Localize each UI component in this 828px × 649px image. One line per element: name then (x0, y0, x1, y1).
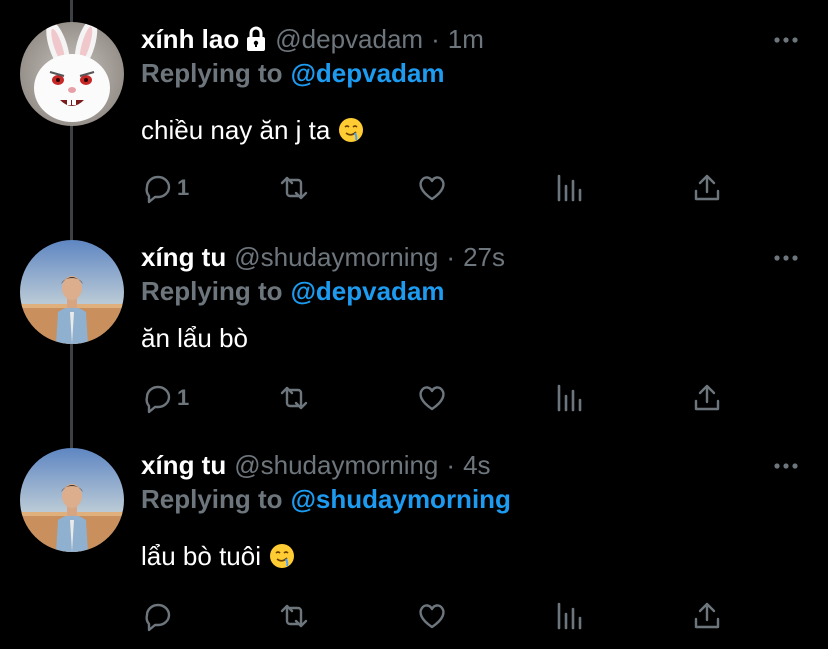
reply-button[interactable] (141, 596, 177, 636)
tweet-header: xính lao @depvadam · 1m (141, 22, 484, 56)
timestamp[interactable]: 27s (463, 242, 505, 273)
avatar[interactable] (20, 22, 124, 126)
replying-to: Replying to @depvadam (141, 56, 445, 90)
replying-label: Replying to (141, 57, 283, 88)
analytics-button[interactable] (553, 378, 585, 418)
heart-icon (419, 176, 445, 201)
handle[interactable]: @shudaymorning (234, 450, 438, 481)
like-button[interactable] (416, 596, 448, 636)
tweet[interactable]: xíng tu @shudaymorning · 27s Replying to… (0, 240, 828, 430)
retweet-icon (280, 176, 308, 200)
tweet-actions: 1 (141, 168, 741, 208)
tweet[interactable]: xíng tu @shudaymorning · 4s Replying to … (0, 448, 828, 638)
analytics-icon (557, 384, 582, 412)
tweet-actions: 1 (141, 378, 741, 418)
replying-to: Replying to @depvadam (141, 274, 445, 308)
thread-line (70, 0, 73, 22)
lock-icon (247, 26, 266, 51)
drooling-face-emoji (269, 544, 294, 568)
reply-icon (145, 385, 171, 414)
analytics-icon (557, 602, 582, 630)
reply-count: 1 (177, 385, 190, 410)
tweet-text-content: lẩu bò tuôi (141, 540, 261, 571)
replying-to: Replying to @shudaymorning (141, 482, 511, 516)
reply-icon (145, 603, 171, 632)
drooling-face-emoji (339, 118, 364, 142)
more-options-button[interactable] (770, 450, 802, 482)
avatar[interactable] (20, 240, 124, 344)
heart-icon (419, 604, 445, 629)
replying-to-handle[interactable]: @depvadam (291, 58, 445, 89)
more-icon (774, 463, 798, 469)
analytics-button[interactable] (553, 168, 585, 208)
retweet-button[interactable] (278, 378, 310, 418)
avatar[interactable] (20, 448, 124, 552)
replying-to-handle[interactable]: @depvadam (291, 276, 445, 307)
reply-icon (145, 175, 171, 204)
reply-count: 1 (177, 175, 190, 200)
handle[interactable]: @depvadam (275, 24, 423, 55)
analytics-button[interactable] (553, 596, 585, 636)
tweet-text: ăn lẩu bò (141, 320, 248, 356)
display-name[interactable]: xíng tu (141, 242, 226, 273)
tweet-text: chiều nay ăn j ta (141, 112, 364, 148)
snowball-rabbit-avatar (20, 22, 124, 126)
handle[interactable]: @shudaymorning (234, 242, 438, 273)
share-icon (694, 174, 720, 201)
retweet-icon (280, 386, 308, 410)
retweet-button[interactable] (278, 168, 310, 208)
timestamp[interactable]: 4s (463, 450, 490, 481)
display-name[interactable]: xíng tu (141, 450, 226, 481)
share-icon (694, 384, 720, 411)
tweet-text-content: ăn lẩu bò (141, 322, 248, 353)
tweet-text-content: chiều nay ăn j ta (141, 114, 331, 145)
separator-dot: · (446, 241, 456, 272)
retweet-button[interactable] (278, 596, 310, 636)
reply-button[interactable]: 1 (141, 168, 189, 208)
desert-portrait-avatar (20, 240, 124, 344)
separator-dot: · (446, 449, 456, 480)
tweet-text: lẩu bò tuôi (141, 538, 295, 574)
tweet-header: xíng tu @shudaymorning · 27s (141, 240, 505, 274)
like-button[interactable] (416, 378, 448, 418)
display-name[interactable]: xính lao (141, 24, 239, 55)
more-options-button[interactable] (770, 242, 802, 274)
replying-to-handle[interactable]: @shudaymorning (291, 484, 511, 515)
analytics-icon (557, 174, 582, 202)
heart-icon (419, 386, 445, 411)
more-options-button[interactable] (770, 24, 802, 56)
more-icon (774, 37, 798, 43)
like-button[interactable] (416, 168, 448, 208)
tweet-actions (141, 596, 741, 636)
share-icon (694, 602, 720, 629)
reply-button[interactable]: 1 (141, 378, 189, 418)
share-button[interactable] (691, 378, 723, 418)
retweet-icon (280, 604, 308, 628)
share-button[interactable] (691, 596, 723, 636)
more-icon (774, 255, 798, 261)
separator-dot: · (431, 23, 440, 54)
desert-portrait-avatar (20, 448, 124, 552)
tweet[interactable]: xính lao @depvadam · 1m Replying to @dep… (0, 22, 828, 212)
timestamp[interactable]: 1m (448, 24, 484, 55)
share-button[interactable] (691, 168, 723, 208)
tweet-header: xíng tu @shudaymorning · 4s (141, 448, 491, 482)
replying-label: Replying to (141, 483, 283, 514)
replying-label: Replying to (141, 275, 283, 306)
